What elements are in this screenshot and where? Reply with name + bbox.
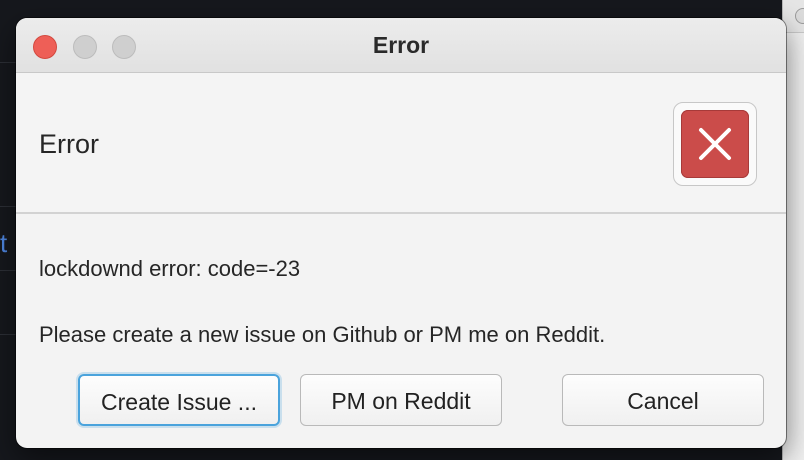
background-titlebar (783, 0, 804, 33)
zoom-window-button[interactable] (112, 35, 136, 59)
cancel-button[interactable]: Cancel (562, 374, 764, 426)
error-x-icon (681, 110, 749, 178)
traffic-light-icon (795, 8, 804, 24)
minimize-window-button[interactable] (73, 35, 97, 59)
error-icon-frame (673, 102, 757, 186)
pm-on-reddit-button[interactable]: PM on Reddit (300, 374, 502, 426)
dialog-header-text: Error (39, 129, 99, 159)
create-issue-button[interactable]: Create Issue ... (78, 374, 280, 426)
background-text-fragment: t (0, 228, 8, 258)
error-message: lockdownd error: code=-23 (39, 256, 301, 281)
title-bar[interactable]: Error (16, 18, 786, 73)
error-dialog: Error Error lockdownd error: code=-23 Pl… (16, 18, 786, 448)
dialog-header: Error (16, 73, 786, 214)
help-message: Please create a new issue on Github or P… (39, 322, 606, 347)
close-window-button[interactable] (33, 35, 57, 59)
